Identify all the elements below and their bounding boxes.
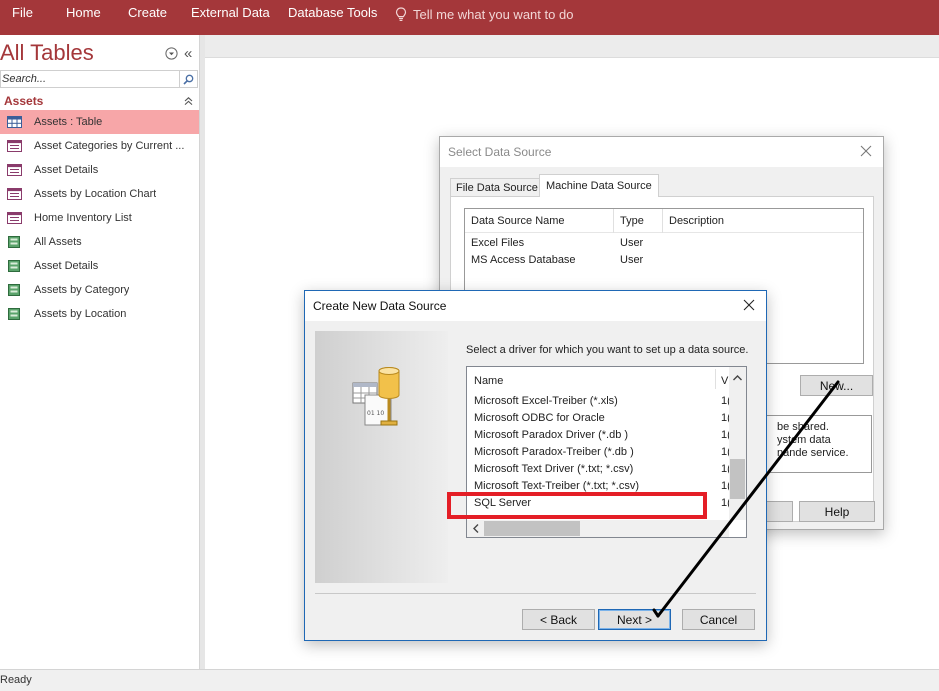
next-button[interactable]: Next > (598, 609, 671, 630)
description-line: nande service. (777, 447, 849, 459)
tell-me-text: Tell me what you want to do (413, 6, 574, 22)
form-icon (8, 260, 20, 272)
nav-item-label: Asset Categories by Current ... (34, 140, 185, 152)
report-icon (7, 212, 22, 224)
list-item-type: User (620, 237, 644, 249)
report-icon (7, 188, 22, 200)
status-bar: Ready (0, 669, 939, 691)
wizard-artwork: 01 10 (315, 331, 448, 583)
nav-pane-title[interactable]: All Tables (0, 40, 94, 66)
form-icon (8, 284, 20, 296)
nav-item-label: All Assets (34, 236, 82, 248)
cancel-button[interactable]: Cancel (682, 609, 755, 630)
list-item-type: User (620, 254, 644, 266)
scroll-left-icon[interactable] (469, 520, 483, 537)
driver-item[interactable]: Microsoft Paradox-Treiber (*.db ) (474, 446, 634, 463)
nav-item-label: Assets by Location Chart (34, 188, 157, 200)
status-text: Ready (0, 674, 32, 686)
lightbulb-icon (395, 6, 407, 21)
list-item-name: Excel Files (471, 237, 525, 249)
scroll-up-icon[interactable] (729, 371, 746, 385)
close-icon[interactable] (742, 298, 756, 312)
nav-search-box (0, 70, 198, 88)
driver-prompt: Select a driver for which you want to se… (466, 344, 749, 356)
list-item[interactable]: Excel Files User (465, 235, 863, 252)
nav-item-asset-details-form[interactable]: Asset Details (0, 254, 199, 278)
nav-group-assets[interactable]: Assets (0, 91, 199, 111)
description-line: ystem data (777, 434, 831, 446)
form-icon (8, 308, 20, 320)
report-icon (7, 164, 22, 176)
scroll-thumb[interactable] (730, 459, 745, 499)
driver-item[interactable]: Microsoft Excel-Treiber (*.xls) (474, 395, 618, 412)
list-item-name: MS Access Database (471, 254, 576, 266)
table-icon (7, 116, 22, 128)
navigation-pane: All Tables « Assets (0, 35, 200, 669)
nav-pane-controls: « (165, 45, 192, 62)
tell-me-box[interactable]: Tell me what you want to do (395, 4, 573, 24)
driver-item[interactable]: Microsoft Paradox Driver (*.db ) (474, 429, 628, 446)
dialog-divider (315, 593, 756, 594)
dropdown-circle-icon[interactable] (165, 47, 178, 60)
collapse-group-icon[interactable] (184, 96, 193, 106)
art-text: 01 10 (367, 410, 384, 417)
column-header-name[interactable]: Data Source Name (471, 215, 565, 227)
nav-items: Assets : Table Asset Categories by Curre… (0, 110, 199, 326)
horizontal-scrollbar[interactable] (467, 520, 729, 537)
nav-item-label: Assets by Location (34, 308, 127, 320)
document-tab-bar (205, 35, 939, 58)
help-button[interactable]: Help (799, 501, 875, 522)
nav-search-input[interactable] (1, 71, 179, 87)
nav-item-label: Asset Details (34, 260, 99, 272)
database-driver-icon: 01 10 (352, 367, 400, 426)
nav-item-asset-categories-report[interactable]: Asset Categories by Current ... (0, 134, 199, 158)
back-button[interactable]: < Back (522, 609, 595, 630)
column-header-name[interactable]: Name (474, 375, 503, 387)
form-icon (8, 236, 20, 248)
vertical-scrollbar[interactable] (729, 367, 746, 520)
scroll-thumb[interactable] (484, 521, 580, 536)
driver-item[interactable]: Microsoft ODBC for Oracle (474, 412, 605, 429)
description-box: be shared. ystem data nande service. (764, 415, 872, 473)
column-header-description[interactable]: Description (669, 215, 724, 227)
create-new-data-source-dialog: Create New Data Source 01 10 Select a dr… (304, 290, 767, 641)
tab-home[interactable]: Home (66, 0, 101, 28)
nav-item-label: Assets : Table (34, 116, 103, 128)
highlight-annotation (447, 492, 707, 519)
close-icon[interactable] (859, 144, 873, 158)
list-header: Data Source Name Type Description (465, 209, 863, 233)
nav-item-assets-by-category-form[interactable]: Assets by Category (0, 278, 199, 302)
nav-item-home-inventory-list[interactable]: Home Inventory List (0, 206, 199, 230)
description-line: be shared. (777, 421, 829, 433)
report-icon (7, 140, 22, 152)
nav-item-assets-table[interactable]: Assets : Table (0, 110, 199, 134)
tab-database-tools[interactable]: Database Tools (288, 0, 377, 28)
column-header-type[interactable]: Type (620, 215, 644, 227)
nav-item-asset-details-report[interactable]: Asset Details (0, 158, 199, 182)
tab-file-data-source[interactable]: File Data Source (450, 178, 544, 197)
tab-external-data[interactable]: External Data (191, 0, 270, 28)
nav-item-assets-by-location-form[interactable]: Assets by Location (0, 302, 199, 326)
nav-group-label: Assets (4, 94, 44, 108)
tab-create[interactable]: Create (128, 0, 167, 28)
column-header-version[interactable]: V (721, 375, 728, 387)
driver-item[interactable]: Microsoft Text Driver (*.txt; *.csv) (474, 463, 633, 480)
nav-item-all-assets-form[interactable]: All Assets (0, 230, 199, 254)
tab-machine-data-source[interactable]: Machine Data Source (539, 174, 659, 197)
collapse-pane-icon[interactable]: « (184, 45, 192, 62)
new-data-source-button[interactable]: New... (800, 375, 873, 396)
ribbon: File Home Create External Data Database … (0, 0, 939, 35)
dialog-title: Select Data Source (448, 145, 552, 159)
dialog-title-bar[interactable]: Select Data Source (440, 137, 883, 167)
search-icon[interactable] (179, 71, 197, 87)
list-item[interactable]: MS Access Database User (465, 252, 863, 269)
dialog-title: Create New Data Source (313, 299, 447, 313)
nav-item-assets-by-location-chart[interactable]: Assets by Location Chart (0, 182, 199, 206)
dialog-title-bar[interactable]: Create New Data Source (305, 291, 766, 321)
nav-item-label: Assets by Category (34, 284, 130, 296)
nav-item-label: Home Inventory List (34, 212, 132, 224)
nav-item-label: Asset Details (34, 164, 99, 176)
tab-file[interactable]: File (12, 0, 33, 28)
